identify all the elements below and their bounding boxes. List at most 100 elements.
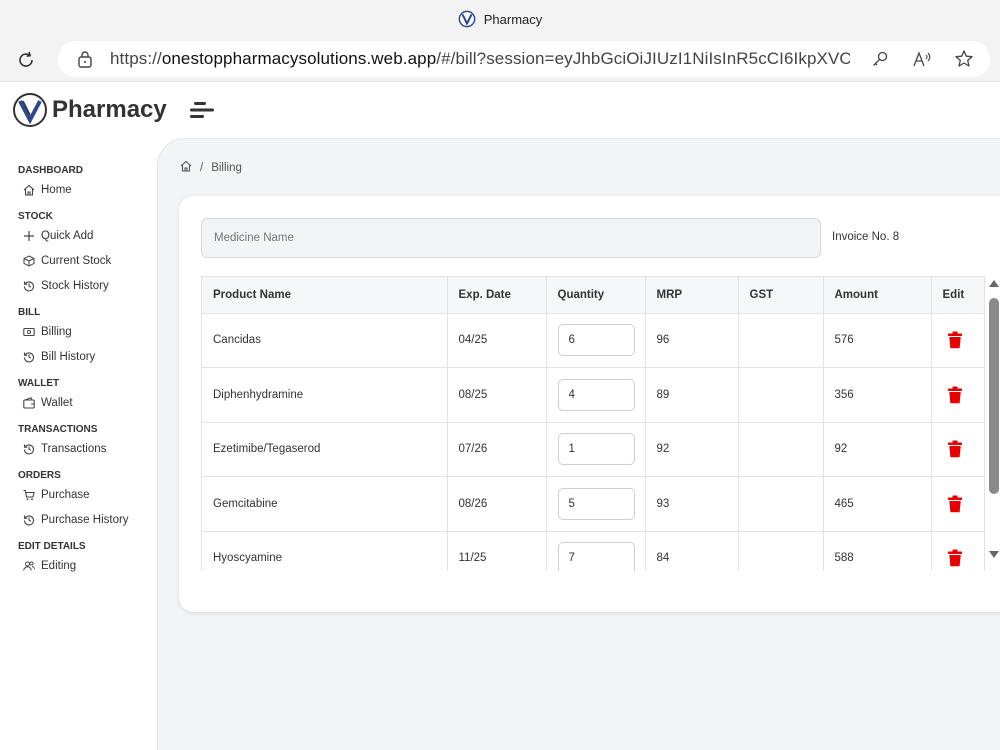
sidebar-item-purchase-history[interactable]: Purchase History [0, 507, 157, 532]
browser-addressbar: https://onestoppharmacysolutions.web.app… [0, 38, 1000, 82]
url-path: /#/bill?session=eyJhbGciOiJIUzI1NiIsInR5… [436, 49, 850, 68]
url-text[interactable]: https://onestoppharmacysolutions.web.app… [110, 49, 850, 69]
history-icon [23, 280, 35, 292]
sidebar-section-bill: BILL [18, 307, 41, 318]
scroll-down-arrow-icon[interactable] [989, 551, 999, 558]
history-icon [23, 443, 35, 455]
menu-toggle-icon[interactable] [190, 98, 214, 122]
box-icon [23, 254, 35, 267]
trash-icon[interactable] [947, 440, 963, 458]
edit-cell [931, 476, 984, 532]
read-aloud-icon[interactable] [910, 47, 934, 71]
pharmacy-logo-icon [13, 93, 47, 127]
table-row: Hyoscyamine 11/25 84 588 [202, 531, 984, 571]
sidebar-item-label: Bill History [41, 350, 96, 363]
sidebar-item-label: Purchase History [41, 513, 129, 526]
sidebar-item-label: Current Stock [41, 254, 112, 267]
gst [738, 367, 824, 423]
scrollbar-thumb[interactable] [989, 298, 999, 494]
sidebar-section-edit-details: EDIT DETAILS [18, 541, 86, 552]
sidebar-item-transactions[interactable]: Transactions [0, 436, 157, 461]
users-icon [23, 560, 35, 572]
table-scrollbar[interactable] [987, 276, 1000, 571]
pharmacy-logo-icon [458, 10, 476, 28]
sidebar-item-label: Editing [41, 559, 77, 572]
gst [738, 476, 824, 532]
sidebar-item-current-stock[interactable]: Current Stock [0, 248, 157, 273]
sidebar-section-dashboard: DASHBOARD [18, 165, 83, 176]
url-host: onestoppharmacysolutions.web.app [161, 49, 437, 68]
sidebar-item-wallet[interactable]: Wallet [0, 390, 157, 415]
reload-icon[interactable] [14, 48, 38, 72]
medicine-name-input[interactable] [201, 218, 821, 258]
table-row: Diphenhydramine 08/25 89 356 [202, 367, 984, 423]
quantity-cell [546, 476, 646, 532]
column-header-exp-date: Exp. Date [447, 277, 547, 314]
brand[interactable]: Pharmacy [12, 92, 167, 128]
edit-cell [931, 367, 984, 423]
exp-date: 11/25 [447, 531, 547, 571]
sidebar-item-label: Billing [41, 325, 72, 338]
quantity-input[interactable] [557, 378, 635, 411]
sidebar-item-purchase[interactable]: Purchase [0, 482, 157, 507]
sidebar-item-label: Quick Add [41, 229, 94, 242]
column-header-amount: Amount [823, 277, 932, 314]
column-header-quantity: Quantity [546, 277, 646, 314]
table-row: Ezetimibe/Tegaserod 07/26 92 92 [202, 422, 984, 477]
product-name: Ezetimibe/Tegaserod [202, 422, 448, 477]
sidebar-section-stock: STOCK [18, 211, 53, 222]
sidebar-item-label: Transactions [41, 442, 107, 455]
sidebar-item-label: Stock History [41, 279, 109, 292]
trash-icon[interactable] [947, 331, 963, 349]
amount: 576 [823, 313, 932, 368]
plus-icon [23, 230, 35, 242]
sidebar-item-billing[interactable]: Billing [0, 319, 157, 344]
sidebar-item-quick-add[interactable]: Quick Add [0, 223, 157, 248]
wallet-icon [23, 396, 35, 409]
sidebar-item-bill-history[interactable]: Bill History [0, 344, 157, 369]
sidebar-item-editing[interactable]: Editing [0, 553, 157, 578]
exp-date: 08/25 [447, 367, 547, 423]
bill-table: Product Name Exp. Date Quantity MRP GST … [201, 276, 985, 571]
home-icon[interactable] [180, 160, 192, 175]
gst [738, 422, 824, 477]
sidebar-section-transactions: TRANSACTIONS [18, 424, 98, 435]
browser-titlebar: Pharmacy [0, 0, 1000, 38]
mrp: 96 [645, 313, 739, 368]
quantity-input[interactable] [557, 542, 635, 571]
breadcrumb-current: Billing [211, 161, 242, 174]
amount: 465 [823, 476, 932, 532]
quantity-cell [546, 531, 646, 571]
quantity-input[interactable] [557, 324, 635, 357]
column-header-mrp: MRP [645, 277, 739, 314]
key-icon[interactable] [868, 47, 892, 71]
sidebar-item-label: Wallet [41, 396, 73, 409]
edit-cell [931, 313, 984, 368]
url-field[interactable]: https://onestoppharmacysolutions.web.app… [58, 41, 990, 77]
trash-icon[interactable] [947, 386, 963, 404]
sidebar-section-orders: ORDERS [18, 470, 61, 481]
star-icon[interactable] [952, 47, 976, 71]
table-row: Cancidas 04/25 96 576 [202, 313, 984, 368]
breadcrumb: / Billing [180, 160, 242, 175]
sidebar-item-stock-history[interactable]: Stock History [0, 273, 157, 298]
quantity-input[interactable] [557, 487, 635, 520]
trash-icon[interactable] [947, 549, 963, 567]
tab-title: Pharmacy [483, 11, 543, 27]
lock-icon[interactable] [74, 48, 96, 70]
exp-date: 07/26 [447, 422, 547, 477]
history-icon [23, 514, 35, 526]
sidebar-item-home[interactable]: Home [0, 177, 157, 202]
mrp: 92 [645, 422, 739, 477]
url-prefix: https:// [110, 49, 162, 68]
exp-date: 08/26 [447, 476, 547, 532]
quantity-input[interactable] [557, 433, 635, 466]
breadcrumb-separator: / [200, 161, 204, 174]
quantity-cell [546, 422, 646, 477]
history-icon [23, 351, 35, 363]
scroll-up-arrow-icon[interactable] [989, 280, 999, 287]
amount: 356 [823, 367, 932, 423]
cart-icon [23, 489, 35, 501]
billing-card: Invoice No. 8 Product Name Exp. Date Qua… [179, 196, 1000, 612]
trash-icon[interactable] [947, 495, 963, 513]
